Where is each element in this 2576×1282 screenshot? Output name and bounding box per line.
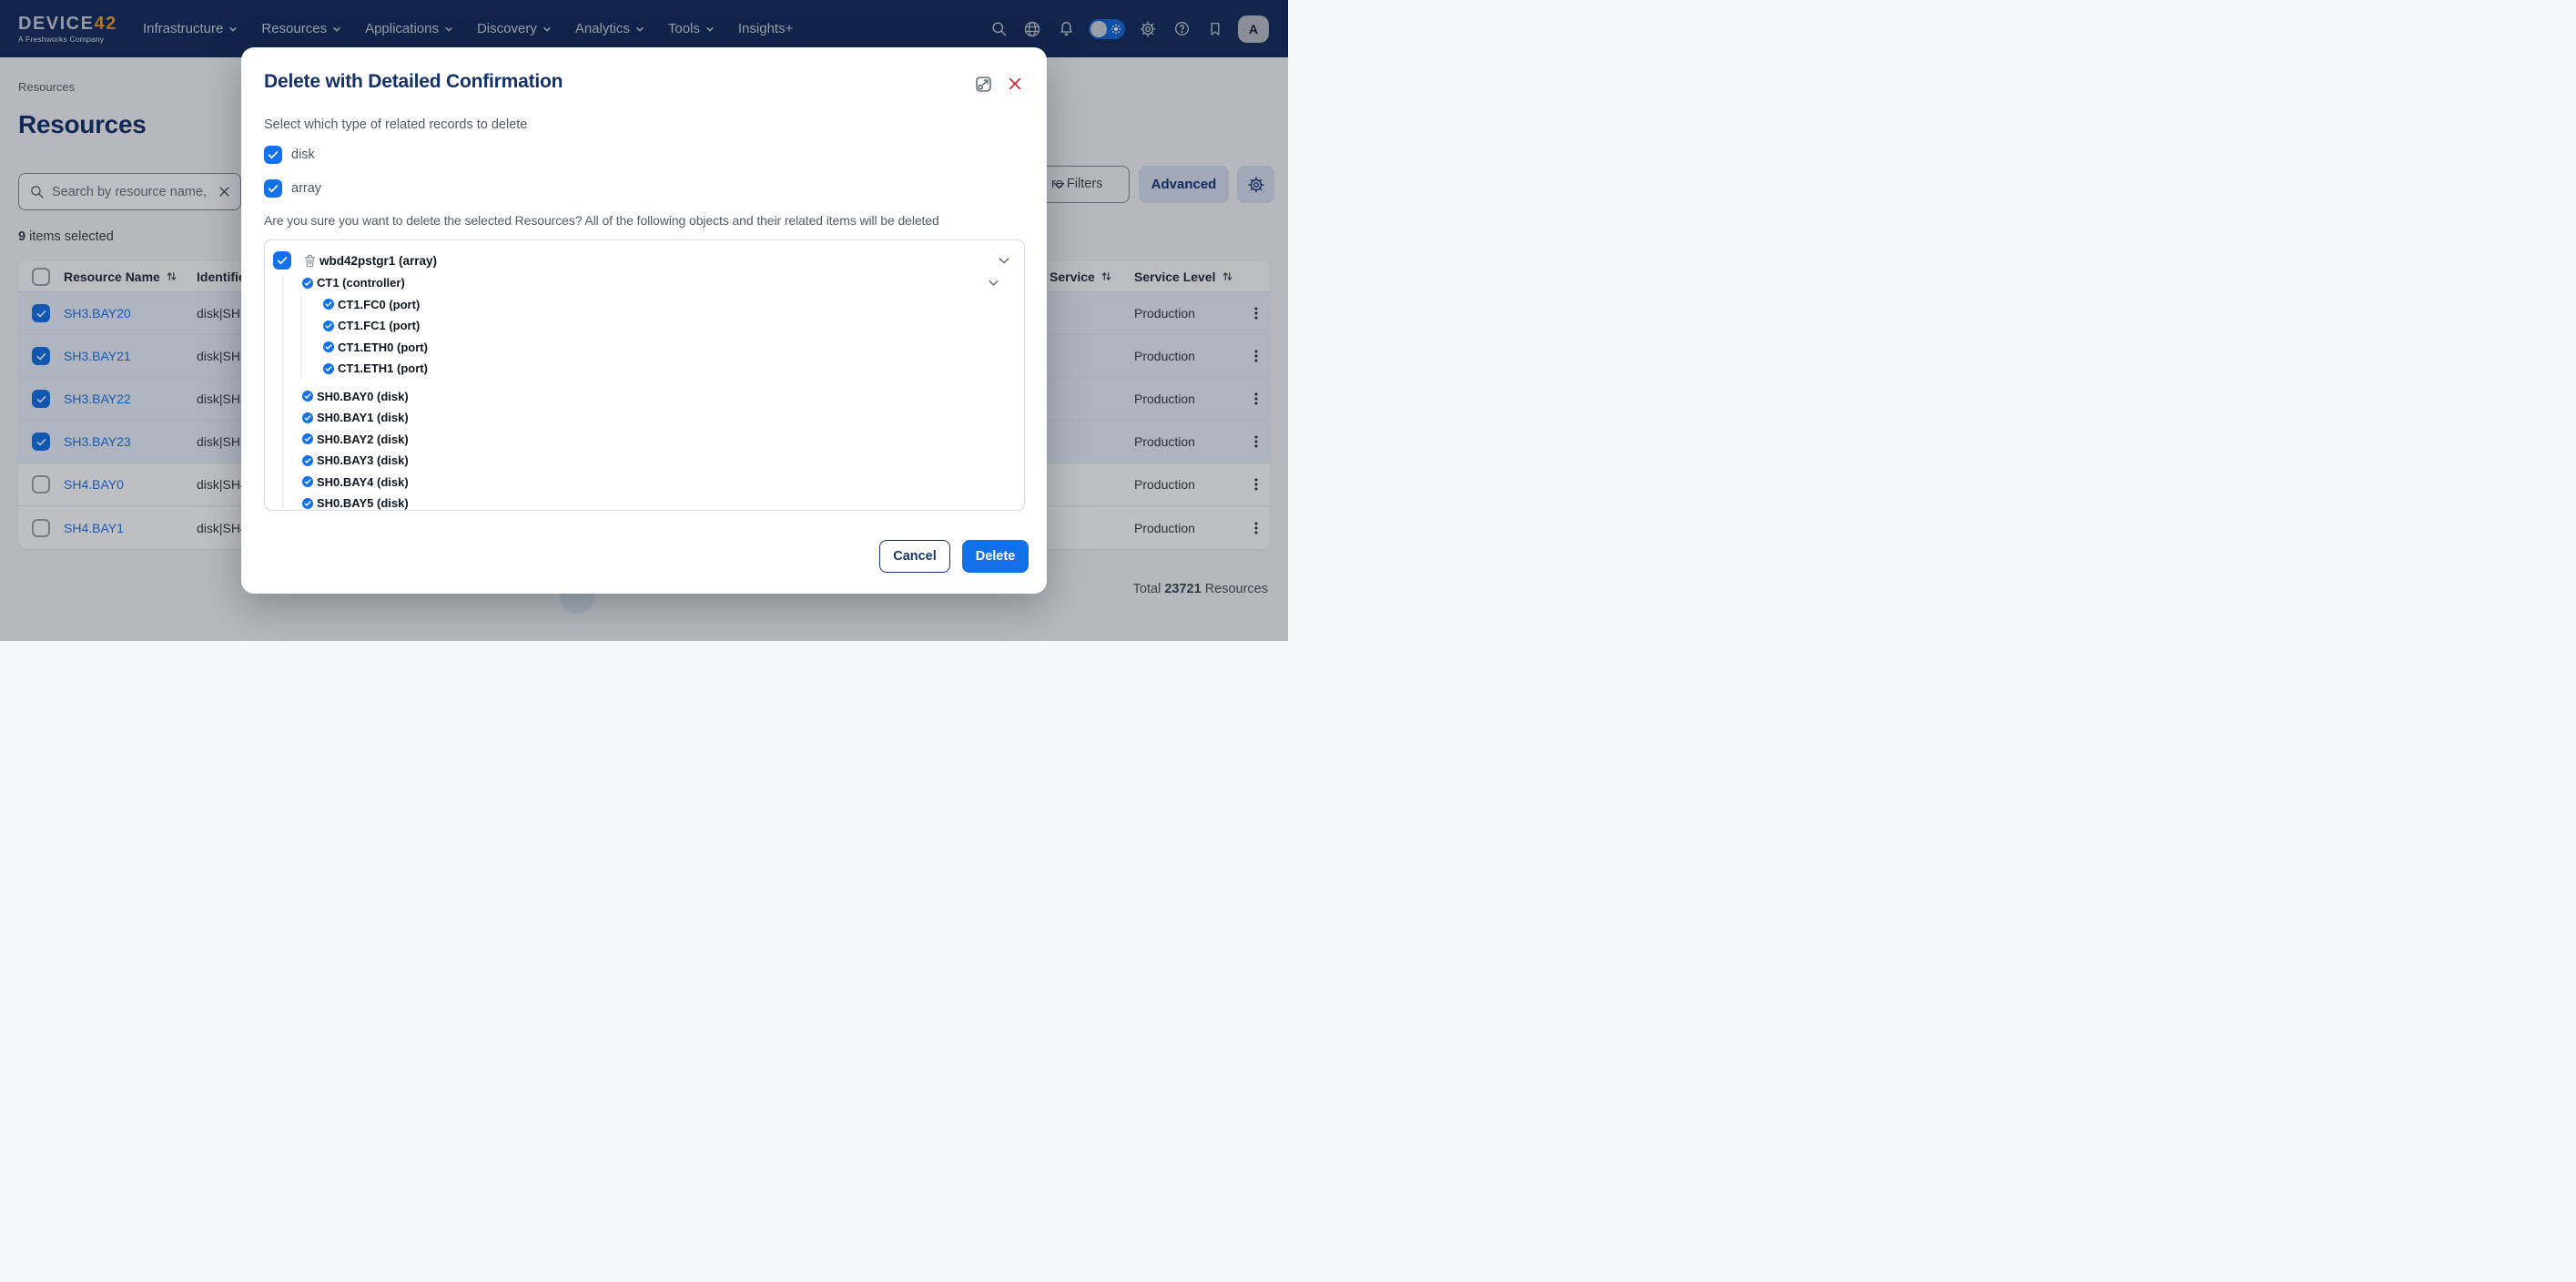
tree-node-label: CT1.FC1 (port) <box>338 319 420 332</box>
tree-node-label: SH0.BAY5 (disk) <box>317 496 409 510</box>
tree-node-label: SH0.BAY3 (disk) <box>317 453 409 467</box>
tree-node-label: SH0.BAY4 (disk) <box>317 475 409 489</box>
tree-node-label: SH0.BAY2 (disk) <box>317 432 409 446</box>
checkbox-label: array <box>291 181 321 196</box>
tree-root-row: wbd42pstgr1 (array) <box>265 249 1024 272</box>
check-icon <box>267 148 279 161</box>
check-circle-icon <box>323 320 334 331</box>
modal-footer: Cancel Delete <box>879 540 1029 573</box>
check-circle-icon <box>302 412 313 423</box>
modal-subtitle: Select which type of related records to … <box>264 117 527 132</box>
delete-confirmation-modal: Delete with Detailed Confirmation Select… <box>241 47 1047 594</box>
check-circle-icon <box>302 278 313 289</box>
check-circle-icon <box>302 498 313 509</box>
tree-root-checkbox[interactable] <box>273 251 291 270</box>
tree-node-label: CT1.ETH0 (port) <box>338 341 428 354</box>
check-circle-icon <box>302 433 313 444</box>
type-checkbox-row-array: array <box>264 179 321 198</box>
cancel-button[interactable]: Cancel <box>879 540 950 573</box>
tree-node-label: CT1.ETH1 (port) <box>338 361 428 375</box>
type-checkbox-row-disk: disk <box>264 146 315 164</box>
tree-node-label: CT1.FC0 (port) <box>338 298 420 311</box>
modal-title: Delete with Detailed Confirmation <box>264 71 563 93</box>
trash-icon <box>304 254 316 268</box>
check-circle-icon <box>302 455 313 466</box>
check-circle-icon <box>323 341 334 352</box>
tree-node-disk: SH0.BAY4 (disk) <box>265 472 1024 493</box>
delete-button[interactable]: Delete <box>962 540 1029 573</box>
check-icon <box>276 254 289 267</box>
check-circle-icon <box>302 391 313 402</box>
tree-node-disk: SH0.BAY5 (disk) <box>265 493 1024 511</box>
tree-node-disk: SH0.BAY3 (disk) <box>265 450 1024 472</box>
tree-node-port: CT1.FC0 (port) <box>265 294 1024 316</box>
tree-node-port: CT1.ETH1 (port) <box>265 358 1024 380</box>
confirmation-message: Are you sure you want to delete the sele… <box>264 213 939 228</box>
app-root: DEVICE42 A Freshworks Company Infrastruc… <box>0 0 1288 641</box>
tree-node-disk: SH0.BAY2 (disk) <box>265 429 1024 451</box>
check-circle-icon <box>323 299 334 310</box>
check-circle-icon <box>302 476 313 487</box>
check-icon <box>267 182 279 195</box>
related-objects-tree: wbd42pstgr1 (array) CT1 (controller) CT1… <box>264 239 1025 511</box>
chevron-down-icon[interactable] <box>987 276 1000 290</box>
checkbox-label: disk <box>291 148 315 162</box>
tree-node-port: CT1.ETH0 (port) <box>265 337 1024 359</box>
array-checkbox[interactable] <box>264 179 282 198</box>
tree-node-label: CT1 (controller) <box>317 276 405 290</box>
tree-node-disk: SH0.BAY0 (disk) <box>265 386 1024 408</box>
tree-node-label: SH0.BAY1 (disk) <box>317 411 409 424</box>
tree-node-controller: CT1 (controller) <box>265 272 1024 294</box>
tree-node-port: CT1.FC1 (port) <box>265 315 1024 337</box>
close-icon[interactable] <box>1007 76 1023 92</box>
tree-root-label: wbd42pstgr1 (array) <box>319 254 437 268</box>
chevron-down-icon[interactable] <box>997 253 1011 268</box>
tree-node-disk: SH0.BAY1 (disk) <box>265 407 1024 429</box>
disk-checkbox[interactable] <box>264 146 282 164</box>
tree-node-label: SH0.BAY0 (disk) <box>317 390 409 403</box>
check-circle-icon <box>323 363 334 374</box>
expand-modal-icon[interactable] <box>974 75 993 94</box>
